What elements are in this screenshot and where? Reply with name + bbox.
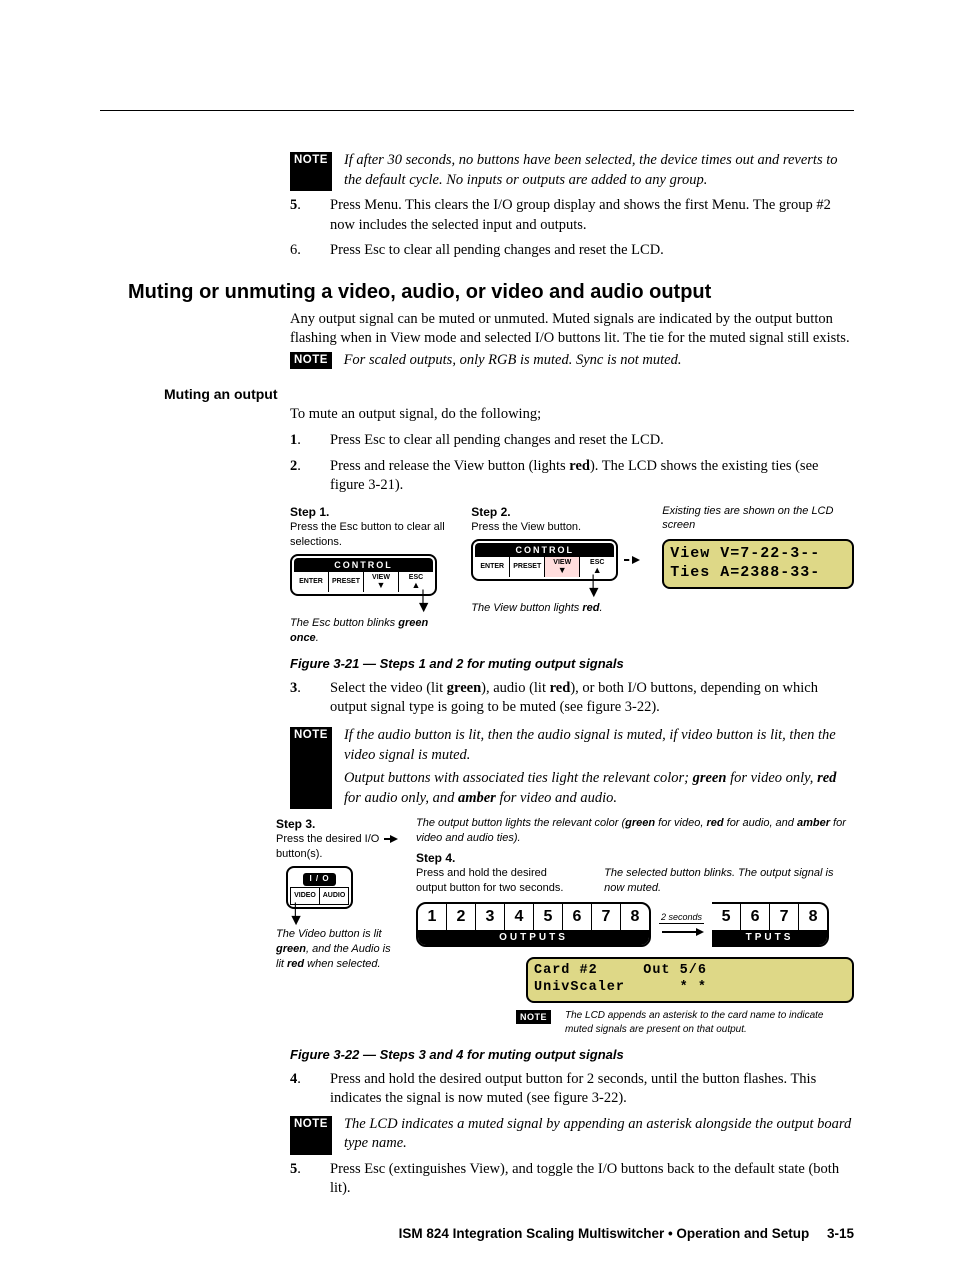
audio-button[interactable]: AUDIO [320, 887, 349, 905]
control-panel-2: CONTROL ENTER PRESET VIEW▼ ESC▲ [471, 539, 618, 581]
arrow-icon [662, 931, 702, 933]
section-heading: Muting or unmuting a video, audio, or vi… [128, 279, 854, 306]
enter-button[interactable]: ENTER [294, 572, 329, 592]
output-button[interactable]: 7 [592, 904, 621, 930]
note-block-1: NOTE If after 30 seconds, no buttons hav… [290, 151, 854, 190]
output-button[interactable]: 1 [418, 904, 447, 930]
view-button[interactable]: VIEW▼ [364, 572, 399, 592]
figure-3-21: Step 1. Press the Esc button to clear al… [290, 504, 854, 646]
esc-button[interactable]: ESC▲ [580, 557, 614, 577]
output-button[interactable]: 5 [712, 904, 741, 930]
arrow-icon [624, 559, 638, 561]
note-badge: NOTE [290, 727, 332, 809]
note-badge: NOTE [516, 1010, 551, 1024]
top-rule [100, 110, 854, 111]
video-button[interactable]: VIDEO [290, 887, 320, 905]
output-button[interactable]: 8 [799, 904, 827, 930]
output-button[interactable]: 7 [770, 904, 799, 930]
note-text: If after 30 seconds, no buttons have bee… [344, 151, 854, 190]
note-badge: NOTE [290, 152, 332, 191]
figure-3-22-caption: Figure 3-22 — Steps 3 and 4 for muting o… [290, 1046, 854, 1064]
section-body: Any output signal can be muted or unmute… [290, 310, 854, 349]
preset-button[interactable]: PRESET [329, 572, 364, 592]
page-footer: ISM 824 Integration Scaling Multiswitche… [100, 1225, 854, 1243]
output-button[interactable]: 2 [447, 904, 476, 930]
outputs-panel: 1 2 3 4 5 6 7 8 OUTPUTS [416, 902, 651, 948]
note-block-3: NOTE If the audio button is lit, then th… [290, 726, 854, 808]
mute-step-2: 2. Press and release the View button (li… [290, 457, 854, 496]
subsection-heading: Muting an output [164, 385, 854, 404]
note-block-4: NOTE The LCD indicates a muted signal by… [290, 1115, 854, 1154]
output-button[interactable]: 5 [534, 904, 563, 930]
step-5: 5. Press Menu. This clears the I/O group… [290, 196, 854, 235]
output-button[interactable]: 6 [741, 904, 770, 930]
note-badge: NOTE [290, 1116, 332, 1155]
view-button[interactable]: VIEW▼ [545, 557, 580, 577]
preset-button[interactable]: PRESET [510, 557, 545, 577]
output-button[interactable]: 3 [476, 904, 505, 930]
mute-step-4: 4. Press and hold the desired output but… [290, 1070, 854, 1109]
output-button[interactable]: 4 [505, 904, 534, 930]
mute-step-1: 1. Press Esc to clear all pending change… [290, 431, 854, 451]
io-panel: I / O VIDEO AUDIO [286, 866, 353, 909]
lcd-display-2: Card #2 Out 5/6 UnivScaler * * [526, 957, 854, 1003]
figure-3-22: Step 3. Press the desired I/O button(s).… [276, 816, 854, 1036]
output-button[interactable]: 6 [563, 904, 592, 930]
output-button[interactable]: 8 [621, 904, 649, 930]
control-panel-1: CONTROL ENTER PRESET VIEW▼ ESC▲ [290, 554, 437, 596]
step-6: 6. Press Esc to clear all pending change… [290, 241, 854, 261]
esc-button[interactable]: ESC▲ [399, 572, 433, 592]
arrow-icon [384, 838, 396, 840]
mute-step-5: 5. Press Esc (extinguishes View), and to… [290, 1160, 854, 1199]
note-block-2: NOTE For scaled outputs, only RGB is mut… [290, 351, 854, 371]
figure-3-21-caption: Figure 3-21 — Steps 1 and 2 for muting o… [290, 655, 854, 673]
note-badge: NOTE [290, 352, 332, 370]
enter-button[interactable]: ENTER [475, 557, 510, 577]
lcd-display: View V=7-22-3-- Ties A=2388-33- [662, 539, 854, 589]
h2-lead: To mute an output signal, do the followi… [290, 405, 854, 425]
mute-step-3: 3. Select the video (lit green), audio (… [290, 679, 854, 718]
outputs-panel-partial: 5 6 7 8 TPUTS [712, 902, 829, 948]
